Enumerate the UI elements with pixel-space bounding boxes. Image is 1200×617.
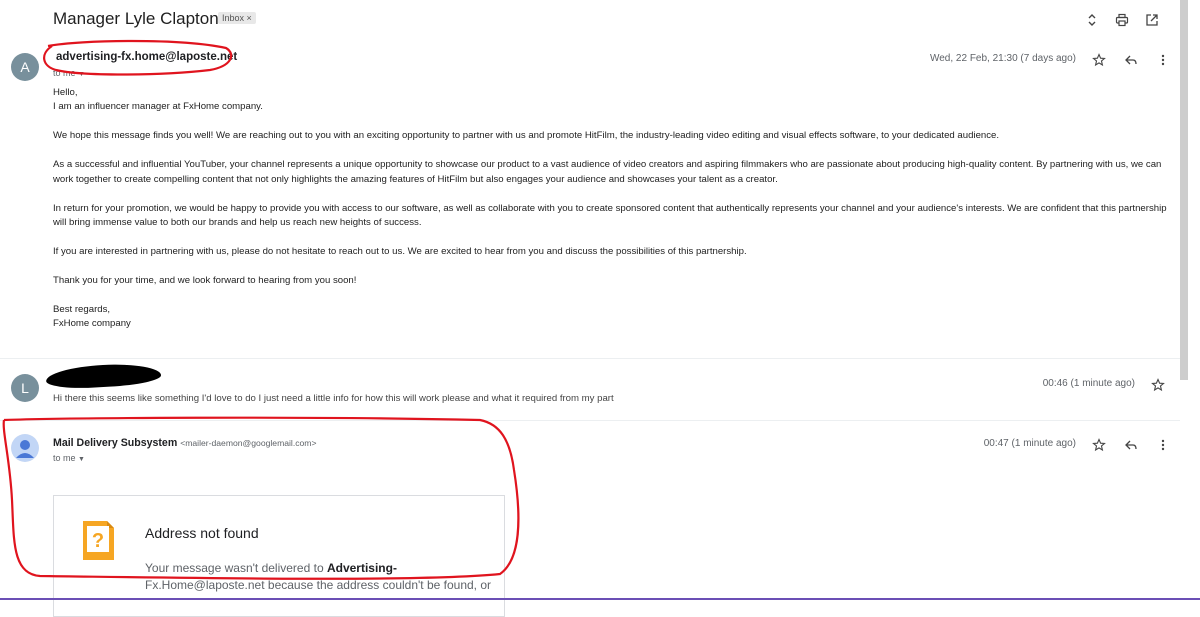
- vertical-scrollbar[interactable]: [1180, 0, 1188, 380]
- message-divider: [0, 358, 1180, 359]
- message-actions: [1091, 437, 1171, 453]
- message-date: 00:46 (1 minute ago): [1042, 378, 1135, 389]
- to-me-label: to me: [53, 68, 76, 78]
- recipients-dropdown[interactable]: to me ▼: [53, 68, 85, 78]
- reply-icon[interactable]: [1123, 437, 1139, 453]
- star-icon[interactable]: [1091, 437, 1107, 453]
- sender-name: Mail Delivery Subsystem: [53, 437, 178, 449]
- svg-text:?: ?: [92, 530, 104, 552]
- message-snippet[interactable]: Hi there this seems like something I'd l…: [53, 393, 614, 404]
- message-divider: [0, 420, 1180, 421]
- avatar: A: [11, 53, 39, 81]
- more-options-icon[interactable]: [1155, 52, 1171, 68]
- star-icon[interactable]: [1091, 52, 1107, 68]
- message-body: Hello, I am an influencer manager at FxH…: [53, 86, 1168, 346]
- card-body-line2: Fx.Home@laposte.net because the address …: [145, 578, 492, 592]
- sender-email: <mailer-daemon@googlemail.com>: [180, 438, 317, 448]
- body-paragraph: Hello, I am an influencer manager at FxH…: [53, 87, 263, 113]
- expand-collapse-icon[interactable]: [1084, 12, 1100, 28]
- body-paragraph: In return for your promotion, we would b…: [53, 202, 1167, 228]
- chevron-down-icon: ▼: [78, 71, 85, 78]
- body-paragraph: As a successful and influential YouTuber…: [53, 159, 1162, 185]
- thread-actions: [1084, 12, 1160, 28]
- more-options-icon[interactable]: [1155, 437, 1171, 453]
- body-paragraph: Thank you for your time, and we look for…: [53, 274, 357, 286]
- card-body-address: Advertising-: [326, 561, 397, 575]
- message-date: Wed, 22 Feb, 21:30 (7 days ago): [929, 53, 1076, 64]
- card-title: Address not found: [145, 525, 259, 541]
- inbox-label-chip[interactable]: Inbox ×: [218, 12, 256, 24]
- reply-icon[interactable]: [1123, 52, 1139, 68]
- default-avatar-icon: [11, 434, 39, 462]
- star-icon[interactable]: [1150, 377, 1166, 393]
- card-body: Your message wasn't delivered to Adverti…: [145, 561, 397, 575]
- message-actions: [1091, 52, 1171, 68]
- chevron-down-icon: ▼: [78, 456, 85, 463]
- body-paragraph: If you are interested in partnering with…: [53, 245, 747, 257]
- recipients-dropdown[interactable]: to me ▼: [53, 453, 85, 463]
- print-icon[interactable]: [1114, 12, 1130, 28]
- warning-document-icon: ?: [81, 517, 116, 562]
- card-body-text: Your message wasn't delivered to: [145, 561, 327, 575]
- avatar: L: [11, 374, 39, 402]
- redacted-sender: [45, 362, 162, 390]
- sender-email[interactable]: advertising-fx.home@laposte.net: [56, 51, 237, 63]
- sender-name-row[interactable]: Mail Delivery Subsystem <mailer-daemon@g…: [53, 437, 316, 449]
- to-me-label: to me: [53, 453, 76, 463]
- message-date: 00:47 (1 minute ago): [983, 438, 1076, 449]
- email-subject: Manager Lyle Clapton: [53, 9, 219, 28]
- open-new-window-icon[interactable]: [1144, 12, 1160, 28]
- body-paragraph: Best regards, FxHome company: [53, 303, 131, 330]
- body-paragraph: We hope this message finds you well! We …: [53, 130, 1000, 142]
